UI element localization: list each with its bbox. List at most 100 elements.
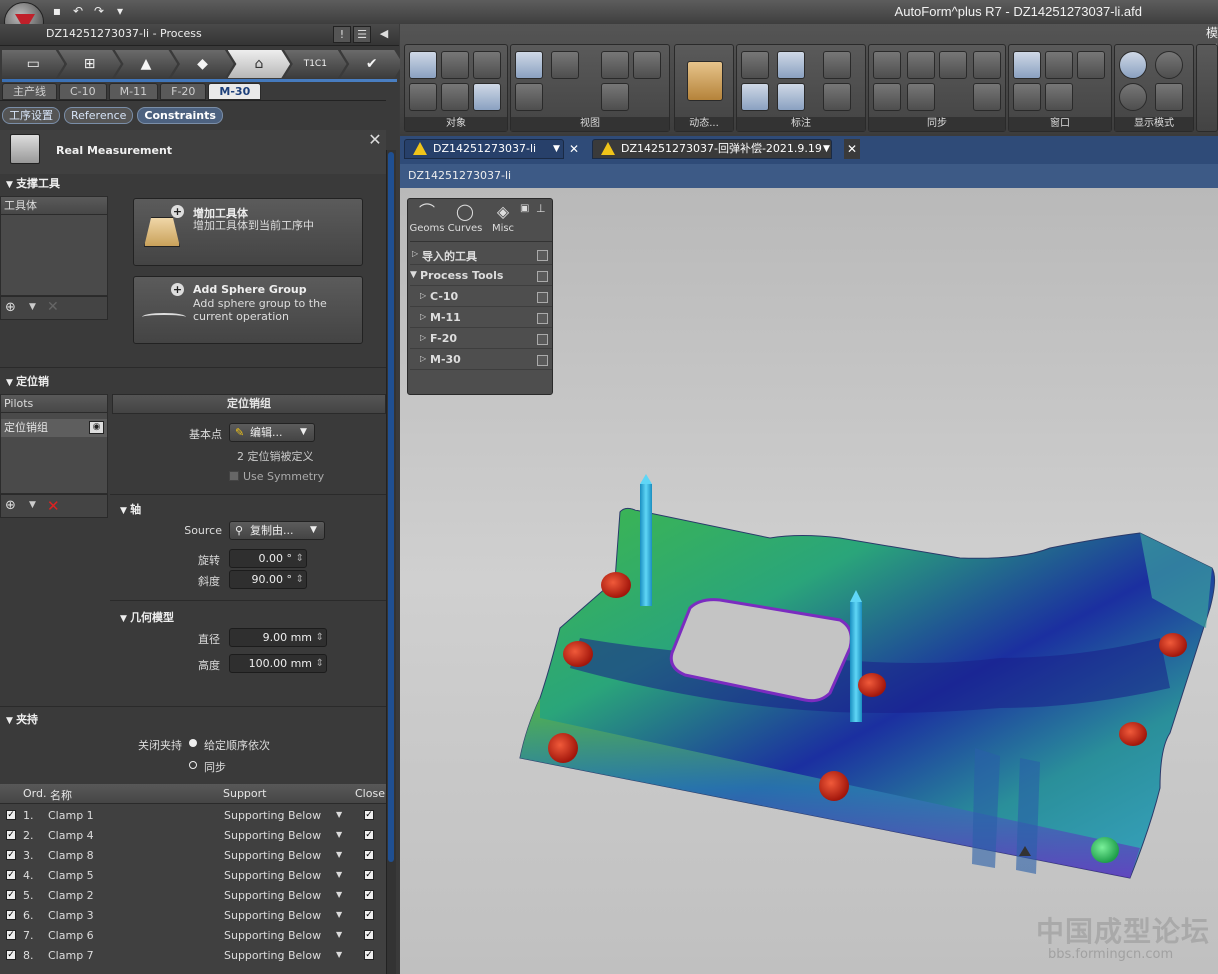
dropdown-arrow-icon[interactable]: ▼ xyxy=(336,830,342,839)
close-tab-icon[interactable]: ✕ xyxy=(844,139,860,159)
sheet-icon[interactable] xyxy=(409,83,437,111)
list-sync-icon[interactable] xyxy=(939,51,967,79)
clamp-close-checkbox[interactable]: ✓ xyxy=(364,930,374,940)
visibility-checkbox[interactable] xyxy=(537,355,548,366)
link-icon[interactable] xyxy=(973,51,1001,79)
frame-icon[interactable] xyxy=(601,83,629,111)
delete-icon[interactable]: ✕ xyxy=(47,497,60,515)
op-tab-main[interactable]: 主产线 xyxy=(2,83,57,100)
tree-row-f20[interactable]: ▷ F-20 xyxy=(410,329,552,349)
visibility-checkbox[interactable] xyxy=(537,271,548,282)
zoom-icon[interactable] xyxy=(601,51,629,79)
clamp-row[interactable]: ✓ 6. Clamp 3 Supporting Below ▼ ✓ xyxy=(0,905,386,925)
clamp-marker[interactable] xyxy=(1119,722,1147,746)
workflow-step-1[interactable]: ▭ xyxy=(2,50,65,78)
label-sync-icon[interactable] xyxy=(907,51,935,79)
clamp-enabled-checkbox[interactable]: ✓ xyxy=(6,930,16,940)
delete-icon[interactable]: ✕ xyxy=(47,299,59,315)
pin-icon[interactable]: ! xyxy=(333,26,351,43)
doc-tab-1[interactable]: DZ14251273037-li ▼ xyxy=(404,139,564,159)
workflow-step-4[interactable]: ◆ xyxy=(171,50,234,78)
dropdown-arrow-icon[interactable]: ▼ xyxy=(336,950,342,959)
eye-icon[interactable]: ◉ xyxy=(89,421,104,434)
wand-2-icon[interactable] xyxy=(823,83,851,111)
clamp-enabled-checkbox[interactable]: ✓ xyxy=(6,830,16,840)
add-sphere-group-button[interactable]: + Add Sphere Group Add sphere group to t… xyxy=(133,276,363,344)
save-icon[interactable]: ▪ xyxy=(48,3,66,20)
op-tab-m30[interactable]: M-30 xyxy=(208,83,262,100)
dropdown-arrow-icon[interactable]: ▼ xyxy=(29,500,36,510)
clamp-row[interactable]: ✓ 2. Clamp 4 Supporting Below ▼ ✓ xyxy=(0,825,386,845)
clamp-support[interactable]: Supporting Below xyxy=(224,949,321,962)
tree-row-c10[interactable]: ▷ C-10 xyxy=(410,287,552,307)
tool-list[interactable]: 工具体 xyxy=(0,196,108,296)
clamp-enabled-checkbox[interactable]: ✓ xyxy=(6,910,16,920)
magic-wand-icon[interactable] xyxy=(823,51,851,79)
axis-view-icon[interactable] xyxy=(515,51,543,79)
dropdown-arrow-icon[interactable]: ▼ xyxy=(336,890,342,899)
geometry-section[interactable]: 几何模型 xyxy=(120,609,174,625)
pilot-list[interactable]: Pilots 定位销组 ◉ xyxy=(0,394,108,494)
clamp-enabled-checkbox[interactable]: ✓ xyxy=(6,950,16,960)
clamp-row[interactable]: ✓ 3. Clamp 8 Supporting Below ▼ ✓ xyxy=(0,845,386,865)
mesh-sphere-icon[interactable] xyxy=(1119,83,1147,111)
dropdown-arrow-icon[interactable]: ▼ xyxy=(336,870,342,879)
clamp-enabled-checkbox[interactable]: ✓ xyxy=(6,870,16,880)
incline-input[interactable]: 90.00 ° xyxy=(229,570,307,589)
cascade-window-icon[interactable] xyxy=(1077,51,1105,79)
op-tab-m11[interactable]: M-11 xyxy=(108,83,159,100)
clamp-close-checkbox[interactable]: ✓ xyxy=(364,870,374,880)
sub-tab-constraints[interactable]: Constraints xyxy=(137,107,223,124)
clamp-close-checkbox[interactable]: ✓ xyxy=(364,850,374,860)
pin-icon[interactable]: ⊥ xyxy=(536,202,546,215)
dropdown-arrow-icon[interactable]: ▼ xyxy=(336,810,342,819)
left-scrollbar-thumb[interactable] xyxy=(388,152,394,862)
single-window-icon[interactable] xyxy=(1013,51,1041,79)
die-icon[interactable] xyxy=(441,51,469,79)
dropdown-arrow-icon[interactable]: ▼ xyxy=(823,140,830,158)
sub-tab-reference[interactable]: Reference xyxy=(64,107,134,124)
grid-window-icon[interactable] xyxy=(1045,83,1073,111)
sequential-radio[interactable] xyxy=(189,739,197,747)
undo-icon[interactable]: ↶ xyxy=(69,3,87,20)
checklist-icon[interactable]: ☰ xyxy=(353,26,371,43)
tab-geoms[interactable]: ⌒ Geoms xyxy=(408,201,446,239)
shaded-sphere-icon[interactable] xyxy=(1119,51,1147,79)
workflow-step-2[interactable]: ⊞ xyxy=(58,50,121,78)
clamp-support[interactable]: Supporting Below xyxy=(224,889,321,902)
clamp-row[interactable]: ✓ 5. Clamp 2 Supporting Below ▼ ✓ xyxy=(0,885,386,905)
diameter-input[interactable]: 9.00 mm xyxy=(229,628,327,647)
tree-row-m30[interactable]: ▷ M-30 xyxy=(410,350,552,370)
clamp-support[interactable]: Supporting Below xyxy=(224,869,321,882)
clamp-row[interactable]: ✓ 1. Clamp 1 Supporting Below ▼ ✓ xyxy=(0,805,386,825)
clamp-row[interactable]: ✓ 7. Clamp 6 Supporting Below ▼ ✓ xyxy=(0,925,386,945)
tool-icon[interactable] xyxy=(409,51,437,79)
clamp-row[interactable]: ✓ 8. Clamp 7 Supporting Below ▼ ✓ xyxy=(0,945,386,965)
clamp-enabled-checkbox[interactable]: ✓ xyxy=(6,810,16,820)
axis-section[interactable]: 轴 xyxy=(120,501,141,517)
use-symmetry-checkbox[interactable] xyxy=(229,471,239,481)
add-tool-icon[interactable]: ⊕ xyxy=(5,300,16,315)
binder-icon[interactable] xyxy=(473,51,501,79)
workflow-step-6[interactable]: T1C1 xyxy=(284,50,347,78)
rotate-input[interactable]: 0.00 ° xyxy=(229,549,307,568)
clamp-marker[interactable] xyxy=(601,572,631,598)
part-icon[interactable] xyxy=(473,83,501,111)
visibility-checkbox[interactable] xyxy=(537,250,548,261)
tree-row-imported[interactable]: ▷ 导入的工具 xyxy=(410,245,552,265)
unlink-icon[interactable] xyxy=(973,83,1001,111)
close-tab-icon[interactable]: ✕ xyxy=(566,139,582,159)
clamp-close-checkbox[interactable]: ✓ xyxy=(364,950,374,960)
dynamic-section-icon[interactable] xyxy=(687,61,723,101)
clamp-support[interactable]: Supporting Below xyxy=(224,809,321,822)
transparent-icon[interactable] xyxy=(1155,83,1183,111)
workflow-step-7[interactable]: ✔ xyxy=(340,50,403,78)
clamp-support[interactable]: Supporting Below xyxy=(224,849,321,862)
dropdown-arrow-icon[interactable]: ▼ xyxy=(29,302,36,312)
redo-icon[interactable]: ↷ xyxy=(90,3,108,20)
doc-tab-2[interactable]: DZ14251273037-回弹补偿-2021.9.19 ▼ xyxy=(592,139,832,159)
customize-icon[interactable]: ▾ xyxy=(111,3,129,20)
horizontal-split-icon[interactable] xyxy=(1013,83,1041,111)
ruler-icon[interactable] xyxy=(777,51,805,79)
section-view-icon[interactable] xyxy=(515,83,543,111)
